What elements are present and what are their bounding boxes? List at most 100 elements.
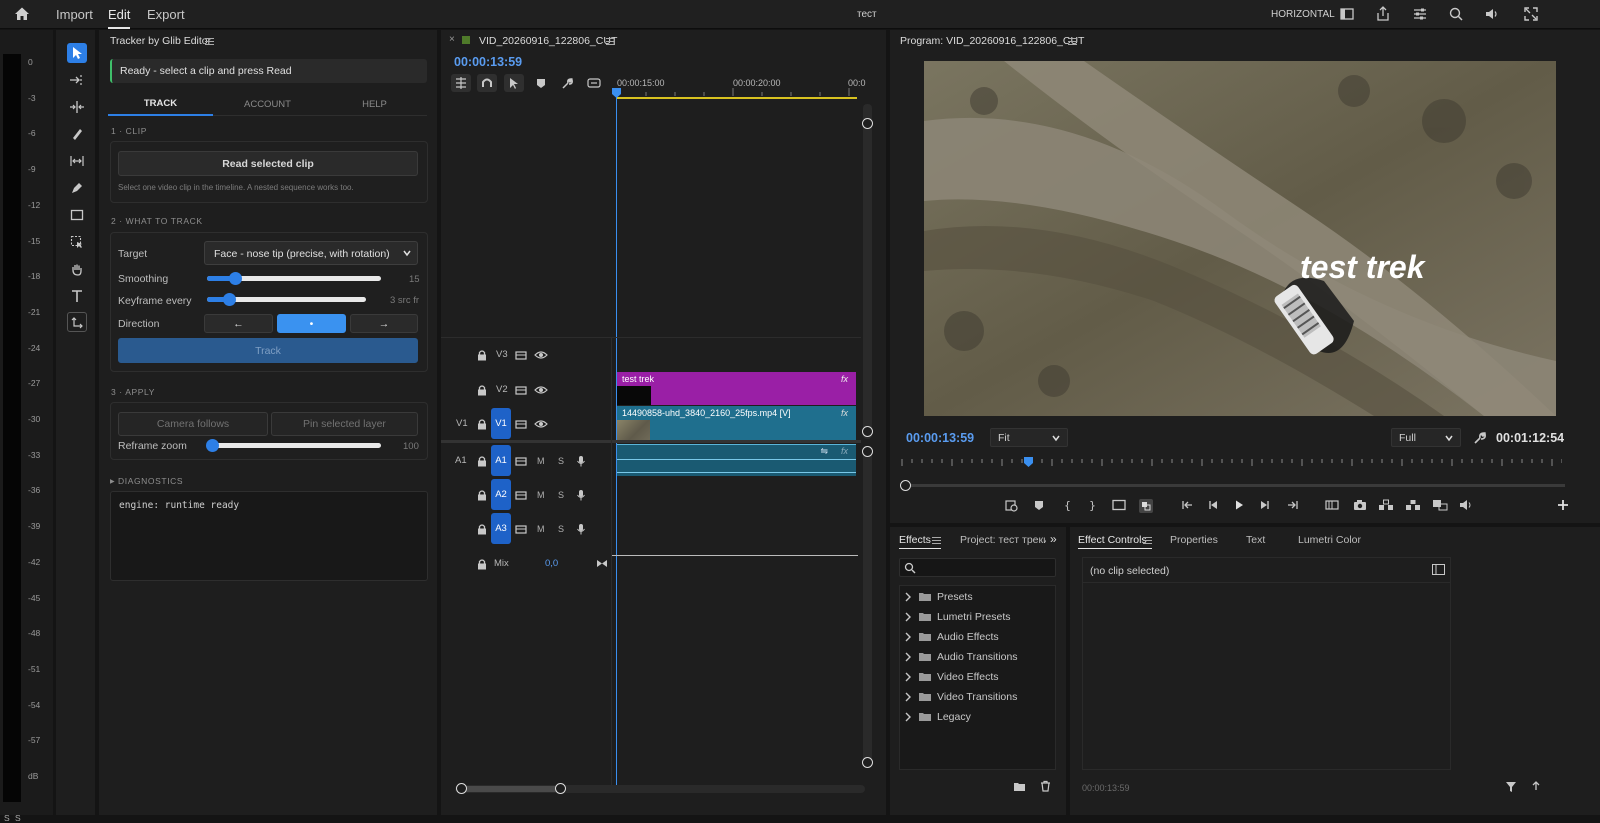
lock-icon[interactable] [476,418,488,430]
scroll-handle-top[interactable] [862,118,873,129]
compare-view-icon[interactable] [1432,499,1448,511]
generative-tool-icon[interactable] [67,312,87,332]
diagnostics-caret-icon[interactable]: ▶ [110,478,115,485]
snap-magnet-icon[interactable] [477,74,497,92]
effects-list-item[interactable]: Lumetri Presets [904,610,1052,626]
microphone-icon[interactable] [575,455,587,467]
volume-icon[interactable] [1459,499,1473,511]
panel-layout-icon[interactable] [1338,5,1356,23]
effects-list-item[interactable]: Audio Effects [904,630,1052,646]
pin-selected-layer-button[interactable]: Pin selected layer [271,412,418,436]
safe-margins-icon[interactable] [1112,499,1126,511]
add-button-icon[interactable] [1557,499,1569,511]
multicam-icon[interactable] [1139,499,1153,513]
section-diagnostics-title[interactable]: DIAGNOSTICS [118,476,183,486]
effects-list-item[interactable]: Video Effects [904,670,1052,686]
effects-list-item[interactable]: Legacy [904,710,1052,726]
reframe-zoom-slider[interactable] [207,443,381,448]
scroll-handle-bottom[interactable] [862,757,873,768]
sync-lock-icon[interactable] [515,418,527,430]
tab-lumetri-color[interactable]: Lumetri Color [1298,534,1361,546]
microphone-icon[interactable] [575,489,587,501]
object-select-icon[interactable] [67,232,87,252]
scroll-handle-bottom[interactable] [862,426,873,437]
quality-select[interactable]: Full [1391,428,1461,447]
video-clip[interactable]: 14490858-uhd_3840_2160_25fps.mp4 [V] fx [617,406,856,440]
effects-list-item[interactable]: Presets [904,590,1052,606]
lock-icon[interactable] [476,384,488,396]
hand-icon[interactable] [67,259,87,279]
program-zoom-bar[interactable] [905,484,1565,487]
tab-properties[interactable]: Properties [1170,534,1218,546]
solo-button[interactable]: S [558,490,564,500]
solo-button[interactable]: S [558,456,564,466]
wrench-icon[interactable] [561,77,574,90]
tab-track[interactable]: TRACK [108,92,213,116]
menu-edit[interactable]: Edit [108,7,131,29]
effects-search-input[interactable] [899,558,1056,577]
tab-help[interactable]: HELP [322,92,427,116]
audio-tracks-scrollbar[interactable] [863,446,872,766]
menu-export[interactable]: Export [147,7,185,22]
a1-source-label[interactable]: A1 [455,455,467,466]
tab-account[interactable]: ACCOUNT [215,92,320,116]
fit-select[interactable]: Fit [990,428,1068,447]
rectangle-icon[interactable] [67,205,87,225]
extract-icon[interactable] [1405,499,1421,511]
trash-icon[interactable] [1040,780,1051,792]
workspace-label[interactable]: HORIZONTAL [1271,9,1335,20]
sequence-tab-title[interactable]: VID_20260916_122806_CUT [479,35,617,47]
lock-icon[interactable] [476,349,488,361]
eye-icon[interactable] [534,349,548,361]
track-select-icon[interactable] [67,70,87,90]
mute-button[interactable]: M [537,490,545,500]
mark-out-icon[interactable]: } [1086,499,1098,511]
trim-icon[interactable] [1325,499,1339,511]
lock-icon[interactable] [476,523,488,535]
read-selected-clip-button[interactable]: Read selected clip [118,151,418,176]
program-menu-icon[interactable] [1068,38,1077,45]
title-clip[interactable]: test trek fx [617,372,856,405]
scroll-handle-top[interactable] [862,446,873,457]
effect-controls-menu-icon[interactable] [1143,537,1152,544]
tab-effect-controls[interactable]: Effect Controls [1078,534,1147,546]
home-icon[interactable] [13,5,31,23]
sync-lock-icon[interactable] [515,455,527,467]
program-timecode[interactable]: 00:00:13:59 [906,431,974,445]
add-marker-icon[interactable] [1033,499,1045,511]
timeline-timecode[interactable]: 00:00:13:59 [454,55,522,69]
step-forward-icon[interactable] [1259,499,1271,511]
mix-jump-icon[interactable] [596,558,608,569]
video-tracks-scrollbar[interactable] [863,104,872,439]
sync-lock-icon[interactable] [515,384,527,396]
track-button[interactable]: Track [118,338,418,363]
solo-button[interactable]: S [558,524,564,534]
step-back-icon[interactable] [1207,499,1219,511]
tab-text[interactable]: Text [1246,534,1265,546]
camera-follows-button[interactable]: Camera follows [118,412,268,436]
mark-in-icon[interactable]: { [1061,499,1073,511]
close-icon[interactable]: × [449,34,455,45]
tab-effects[interactable]: Effects [899,534,931,546]
effects-list-item[interactable]: Video Transitions [904,690,1052,706]
type-icon[interactable] [67,286,87,306]
sync-lock-icon[interactable] [515,523,527,535]
linked-selection-icon[interactable] [504,74,524,92]
v1-source-label[interactable]: V1 [456,418,468,429]
timeline-menu-icon[interactable] [606,38,615,45]
add-marker-icon[interactable] [535,77,547,89]
work-area-bar[interactable] [617,97,857,99]
direction-both-button[interactable]: • [277,314,346,333]
timeline-scroll-thumb[interactable] [462,786,562,792]
pen-icon[interactable] [67,178,87,198]
zoom-handle-right[interactable] [555,783,566,794]
zoom-fit-icon[interactable] [1005,499,1019,513]
volume-icon[interactable] [1483,5,1501,23]
a3-target-toggle[interactable]: A3 [491,513,511,544]
mute-button[interactable]: M [537,456,545,466]
effects-menu-icon[interactable] [932,537,941,544]
sync-lock-icon[interactable] [515,349,527,361]
sync-lock-icon[interactable] [515,489,527,501]
export-frame-icon[interactable] [1353,499,1367,511]
toggle-timeline-view-icon[interactable] [1432,564,1445,575]
